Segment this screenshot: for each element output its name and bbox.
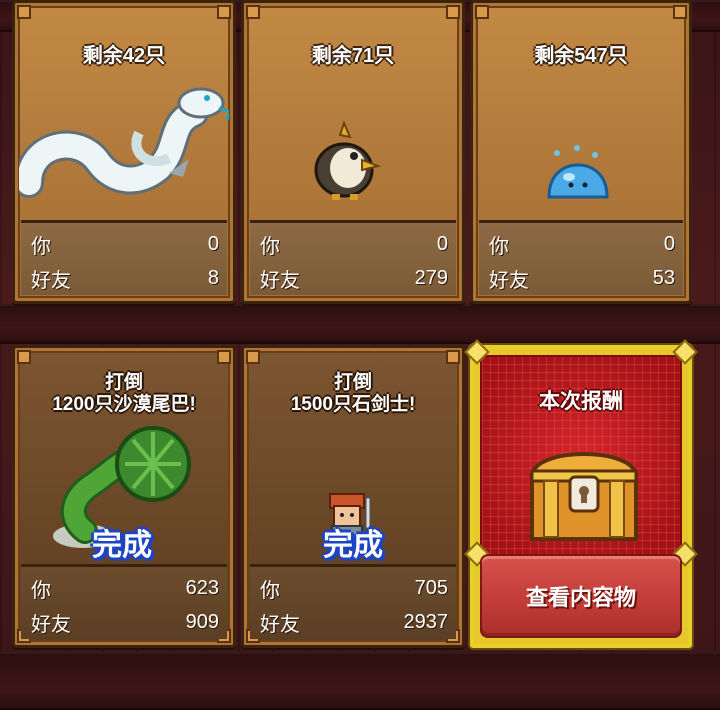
hunt-card-1[interactable]: 剩余42只 你 0 好友 8 — [12, 0, 236, 304]
you-score: 0 — [663, 232, 675, 255]
you-score: 0 — [436, 232, 448, 255]
crested-bird-icon — [314, 120, 382, 200]
score-panel: 你 623 好友 909 — [21, 564, 227, 639]
bottom-shelf — [0, 652, 720, 710]
you-score: 623 — [185, 576, 219, 599]
friend-score: 2937 — [403, 610, 449, 633]
reward-title: 本次报酬 — [539, 390, 623, 413]
friend-label: 好友 — [31, 269, 71, 292]
you-score: 0 — [207, 232, 219, 255]
mission-line-2: 1500只石剑士! — [290, 394, 416, 415]
mission-text: 打倒 1200只沙漠尾巴! — [15, 372, 233, 416]
score-panel: 你 705 好友 2937 — [250, 564, 456, 639]
hunt-card-3[interactable]: 剩余547只 你 0 好友 53 — [470, 0, 692, 304]
mission-card-1[interactable]: 打倒 1200只沙漠尾巴! 完成 你 623 好友 909 — [12, 345, 236, 648]
you-label: 你 — [31, 579, 51, 602]
friend-label: 好友 — [260, 613, 300, 636]
you-score: 705 — [414, 576, 448, 599]
reward-panel: 本次报酬 — [480, 355, 682, 559]
mission-text: 打倒 1500只石剑士! — [244, 372, 462, 416]
view-contents-button[interactable]: 查看内容物 — [480, 554, 682, 638]
score-panel: 你 0 好友 8 — [21, 220, 227, 295]
white-serpent-icon — [19, 87, 229, 198]
friend-score: 279 — [414, 266, 448, 289]
mission-line-1: 打倒 — [333, 372, 372, 393]
hunt-card-2[interactable]: 剩余71只 你 0 好友 279 — [241, 0, 465, 304]
reward-card: 本次报酬 查看内容物 — [464, 339, 698, 648]
remaining-count: 剩余547只 — [534, 45, 628, 67]
you-label: 你 — [31, 235, 51, 258]
complete-stamp: 完成 — [92, 529, 152, 562]
remaining-count: 剩余42只 — [82, 45, 166, 67]
score-panel: 你 0 好友 279 — [250, 220, 456, 295]
you-label: 你 — [260, 235, 280, 258]
mission-card-2[interactable]: 打倒 1500只石剑士! 完成 你 705 好友 2937 — [241, 345, 465, 648]
you-label: 你 — [260, 579, 280, 602]
complete-stamp: 完成 — [323, 529, 383, 562]
mission-line-2: 1200只沙漠尾巴! — [52, 394, 196, 415]
friend-score: 53 — [652, 266, 675, 289]
friend-label: 好友 — [489, 269, 529, 292]
mission-line-1: 打倒 — [104, 372, 143, 393]
blue-slime-icon — [547, 145, 609, 199]
score-panel: 你 0 好友 53 — [479, 220, 683, 295]
remaining-count: 剩余71只 — [311, 45, 395, 67]
treasure-chest-icon — [529, 452, 639, 541]
friend-score: 909 — [185, 610, 219, 633]
friend-label: 好友 — [31, 613, 71, 636]
friend-score: 8 — [207, 266, 219, 289]
you-label: 你 — [489, 235, 509, 258]
middle-shelf — [0, 304, 720, 344]
friend-label: 好友 — [260, 269, 300, 292]
